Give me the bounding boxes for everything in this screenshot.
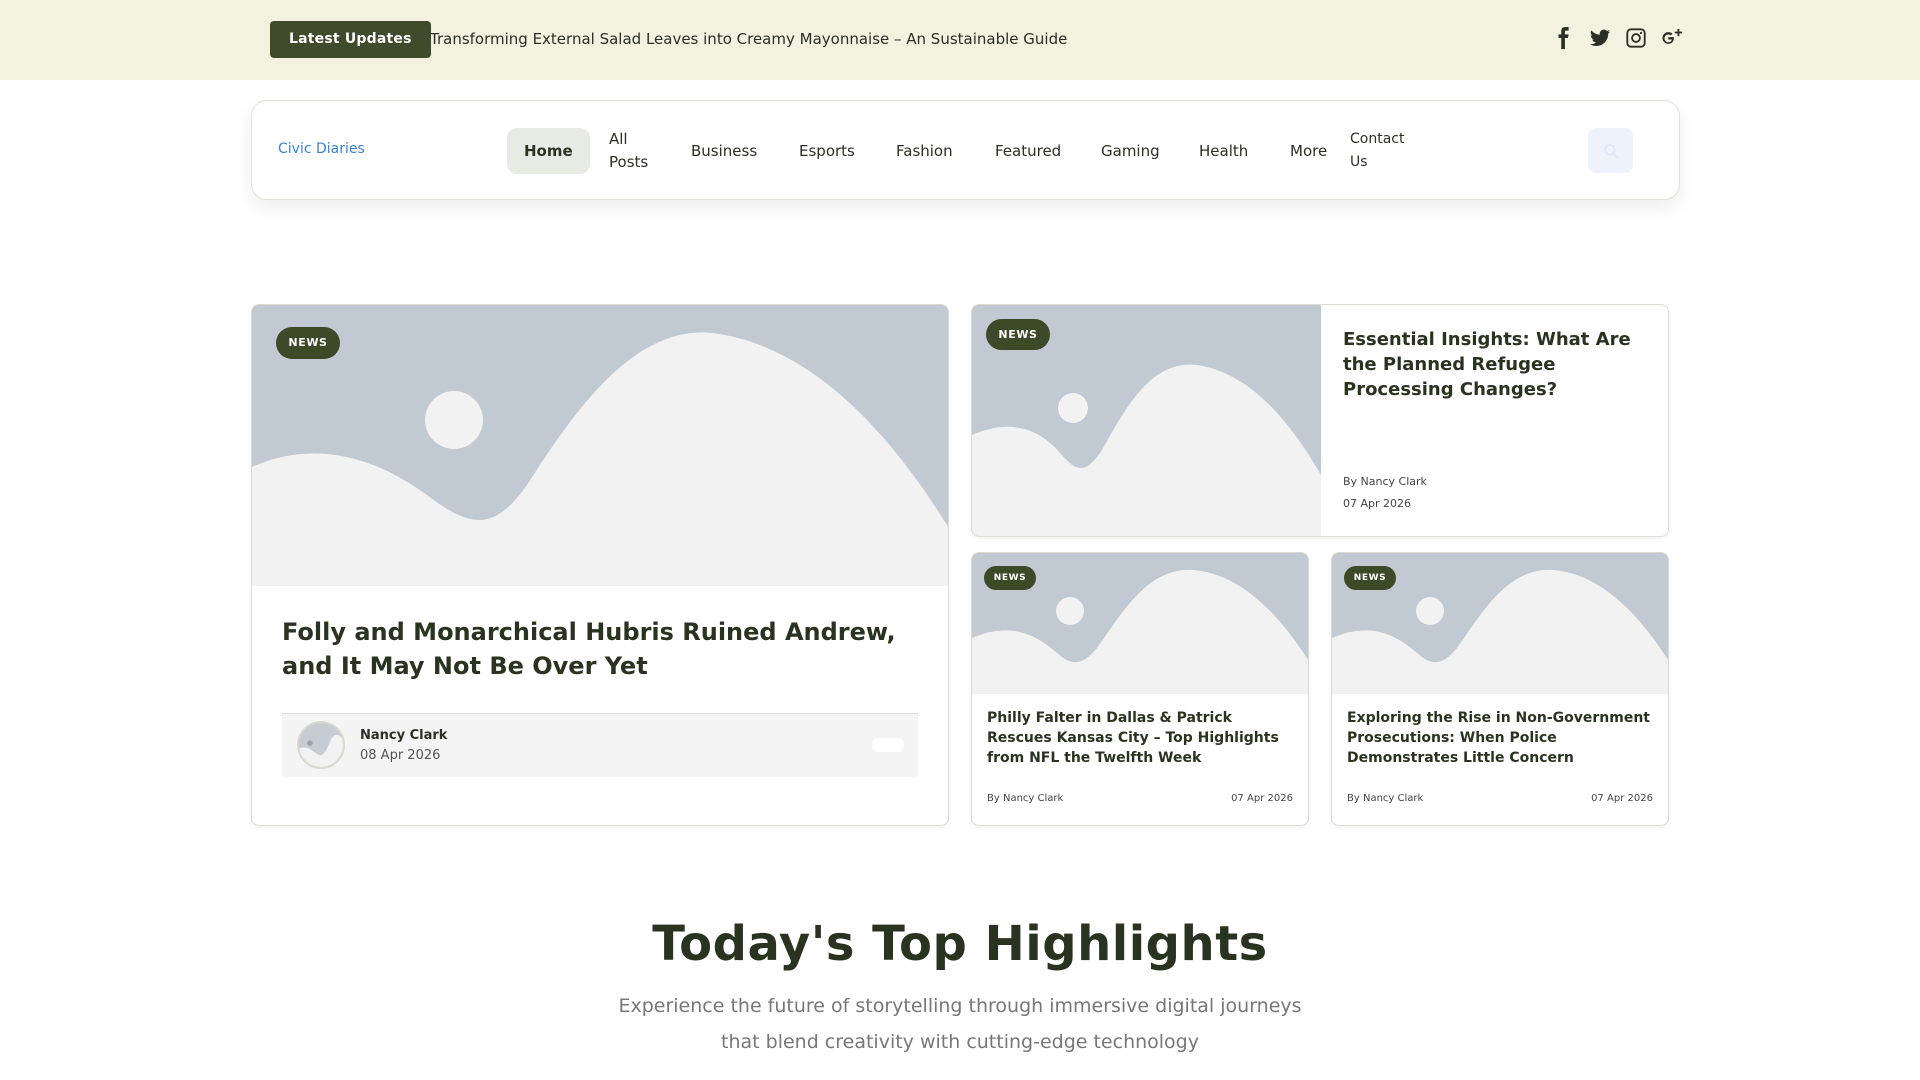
author-avatar: [297, 721, 345, 769]
news-badge: NEWS: [986, 319, 1050, 350]
section-subtitle-line: Experience the future of storytelling th…: [618, 995, 1302, 1017]
wide-card-author: By Nancy Clark: [1343, 475, 1427, 488]
news-badge: NEWS: [1344, 566, 1396, 590]
nav-fashion[interactable]: Fashion: [896, 140, 953, 163]
news-badge: NEWS: [276, 327, 340, 359]
share-pill[interactable]: [872, 738, 904, 752]
main-navigation: Civic Diaries Home All Posts Business Es…: [251, 100, 1680, 200]
small-card-title[interactable]: Exploring the Rise in Non-Government Pro…: [1347, 708, 1657, 768]
featured-image-placeholder: [252, 305, 948, 586]
small-card-date: 07 Apr 2026: [1231, 793, 1293, 804]
search-icon: [1603, 143, 1619, 159]
featured-title[interactable]: Folly and Monarchical Hubris Ruined Andr…: [282, 615, 922, 683]
site-brand[interactable]: Civic Diaries: [278, 141, 365, 157]
nav-esports[interactable]: Esports: [799, 140, 855, 163]
wide-card-title[interactable]: Essential Insights: What Are the Planned…: [1343, 327, 1643, 402]
news-ticker[interactable]: Transforming External Salad Leaves into …: [430, 30, 1067, 48]
instagram-icon[interactable]: [1624, 26, 1648, 50]
wide-article-card[interactable]: NEWS Essential Insights: What Are the Pl…: [971, 304, 1669, 537]
small-card-date: 07 Apr 2026: [1591, 793, 1653, 804]
section-subtitle: Experience the future of storytelling th…: [560, 988, 1360, 1060]
news-badge: NEWS: [984, 566, 1036, 590]
twitter-icon[interactable]: [1588, 26, 1612, 50]
nav-gaming[interactable]: Gaming: [1101, 140, 1160, 163]
small-article-card[interactable]: NEWS Exploring the Rise in Non-Governmen…: [1331, 552, 1669, 826]
search-button[interactable]: [1588, 128, 1633, 173]
nav-more[interactable]: More: [1290, 140, 1327, 163]
publish-date: 08 Apr 2026: [360, 748, 441, 763]
nav-business[interactable]: Business: [691, 140, 757, 163]
latest-updates-button[interactable]: Latest Updates: [270, 21, 431, 58]
nav-featured[interactable]: Featured: [995, 140, 1061, 163]
small-card-author: By Nancy Clark: [1347, 793, 1424, 804]
author-name[interactable]: Nancy Clark: [360, 728, 447, 743]
featured-article-card[interactable]: NEWS Folly and Monarchical Hubris Ruined…: [251, 304, 949, 826]
facebook-icon[interactable]: [1552, 26, 1576, 50]
author-bar: Nancy Clark 08 Apr 2026: [282, 713, 918, 777]
small-card-author: By Nancy Clark: [987, 793, 1064, 804]
section-title: Today's Top Highlights: [652, 916, 1268, 972]
nav-health[interactable]: Health: [1199, 140, 1248, 163]
small-card-title[interactable]: Philly Falter in Dallas & Patrick Rescue…: [987, 708, 1297, 768]
small-article-card[interactable]: NEWS Philly Falter in Dallas & Patrick R…: [971, 552, 1309, 826]
social-links: [1552, 26, 1684, 50]
nav-contact-us[interactable]: Contact Us: [1350, 128, 1420, 174]
section-subtitle-line: that blend creativity with cutting-edge …: [721, 1031, 1199, 1053]
top-bar: Latest Updates Transforming External Sal…: [0, 0, 1920, 80]
google-plus-icon[interactable]: [1660, 26, 1684, 50]
nav-home[interactable]: Home: [507, 128, 590, 174]
nav-all-posts[interactable]: All Posts: [609, 128, 655, 174]
wide-card-date: 07 Apr 2026: [1343, 497, 1412, 510]
